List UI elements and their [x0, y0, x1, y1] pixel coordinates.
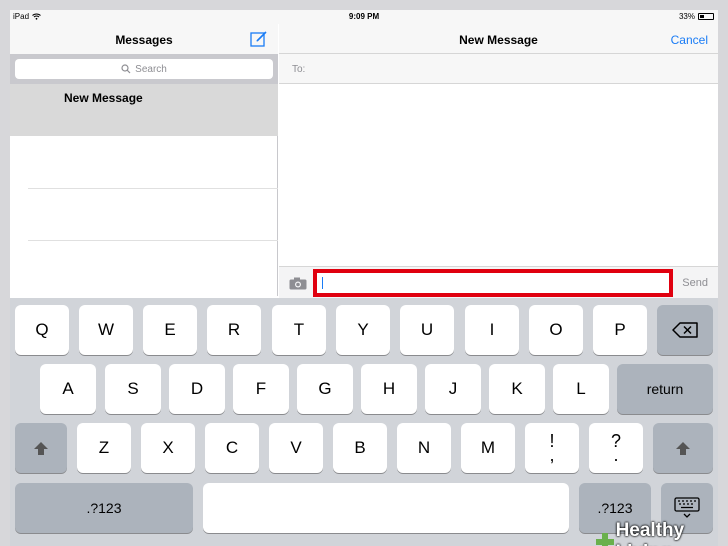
key-y[interactable]: Y	[336, 305, 390, 355]
key-x[interactable]: X	[141, 423, 195, 473]
shift-key-right[interactable]	[653, 423, 713, 473]
cancel-button[interactable]: Cancel	[671, 33, 708, 47]
conversations-header: Messages	[10, 24, 278, 54]
composer-bar: Send	[279, 266, 718, 298]
key-c[interactable]: C	[205, 423, 259, 473]
key-g[interactable]: G	[297, 364, 353, 414]
search-placeholder: Search	[135, 63, 167, 75]
clock: 9:09 PM	[348, 12, 380, 21]
key-n[interactable]: N	[397, 423, 451, 473]
watermark-logo: Healthy Living	[596, 520, 728, 546]
message-title: New Message	[459, 33, 538, 47]
key-i[interactable]: I	[465, 305, 519, 355]
key-f[interactable]: F	[233, 364, 289, 414]
key-exclamation-comma[interactable]: ! ,	[525, 423, 579, 473]
page-title: Messages	[115, 33, 173, 47]
key-z[interactable]: Z	[77, 423, 131, 473]
conversations-pane: Messages Search New Message	[10, 24, 278, 296]
key-question-period[interactable]: ? .	[589, 423, 643, 473]
key-q[interactable]: Q	[15, 305, 69, 355]
key-p[interactable]: P	[593, 305, 647, 355]
key-v[interactable]: V	[269, 423, 323, 473]
message-input[interactable]	[313, 269, 673, 297]
shift-icon	[34, 441, 48, 455]
key-o[interactable]: O	[529, 305, 583, 355]
compose-icon[interactable]	[250, 30, 268, 48]
shift-icon	[676, 441, 690, 455]
key-u[interactable]: U	[400, 305, 454, 355]
key-j[interactable]: J	[425, 364, 481, 414]
key-d[interactable]: D	[169, 364, 225, 414]
key-r[interactable]: R	[207, 305, 261, 355]
key-bottom-symbol: ,	[549, 445, 555, 465]
ipad-screen: iPad 9:09 PM 33% Messages Search New Mes…	[10, 10, 718, 546]
message-pane: New Message Cancel To:	[279, 24, 718, 296]
battery-icon	[698, 13, 714, 20]
key-l[interactable]: L	[553, 364, 609, 414]
key-w[interactable]: W	[79, 305, 133, 355]
list-divider	[28, 188, 278, 189]
keyboard: Q W E R T Y U I O P A S D F G H J K L re…	[10, 298, 718, 546]
key-k[interactable]: K	[489, 364, 545, 414]
list-divider	[28, 240, 278, 241]
key-a[interactable]: A	[40, 364, 96, 414]
space-bar[interactable]	[203, 483, 569, 533]
key-h[interactable]: H	[361, 364, 417, 414]
key-t[interactable]: T	[272, 305, 326, 355]
key-m[interactable]: M	[461, 423, 515, 473]
recipient-field[interactable]: To:	[279, 54, 718, 84]
text-cursor	[322, 277, 323, 289]
key-e[interactable]: E	[143, 305, 197, 355]
backspace-icon	[672, 322, 698, 338]
return-key[interactable]: return	[617, 364, 713, 414]
shift-key[interactable]	[15, 423, 67, 473]
key-bottom-symbol: .	[613, 445, 619, 465]
conversation-item[interactable]: New Message	[10, 84, 278, 136]
search-icon	[121, 64, 131, 74]
key-b[interactable]: B	[333, 423, 387, 473]
send-button[interactable]: Send	[682, 277, 708, 289]
message-header: New Message Cancel	[279, 24, 718, 54]
status-bar: iPad 9:09 PM 33%	[10, 10, 718, 24]
keyboard-dismiss-icon	[674, 497, 700, 518]
watermark-text: Healthy Living	[615, 520, 685, 546]
backspace-key[interactable]	[657, 305, 713, 355]
search-bar: Search	[10, 54, 278, 84]
key-s[interactable]: S	[105, 364, 161, 414]
battery-percent: 33%	[678, 12, 695, 21]
numbers-key[interactable]: .?123	[15, 483, 193, 533]
plus-logo-icon	[596, 533, 614, 546]
camera-icon[interactable]	[289, 277, 307, 290]
to-label: To:	[292, 64, 306, 75]
conversation-name: New Message	[64, 91, 143, 105]
search-input[interactable]: Search	[15, 59, 273, 79]
